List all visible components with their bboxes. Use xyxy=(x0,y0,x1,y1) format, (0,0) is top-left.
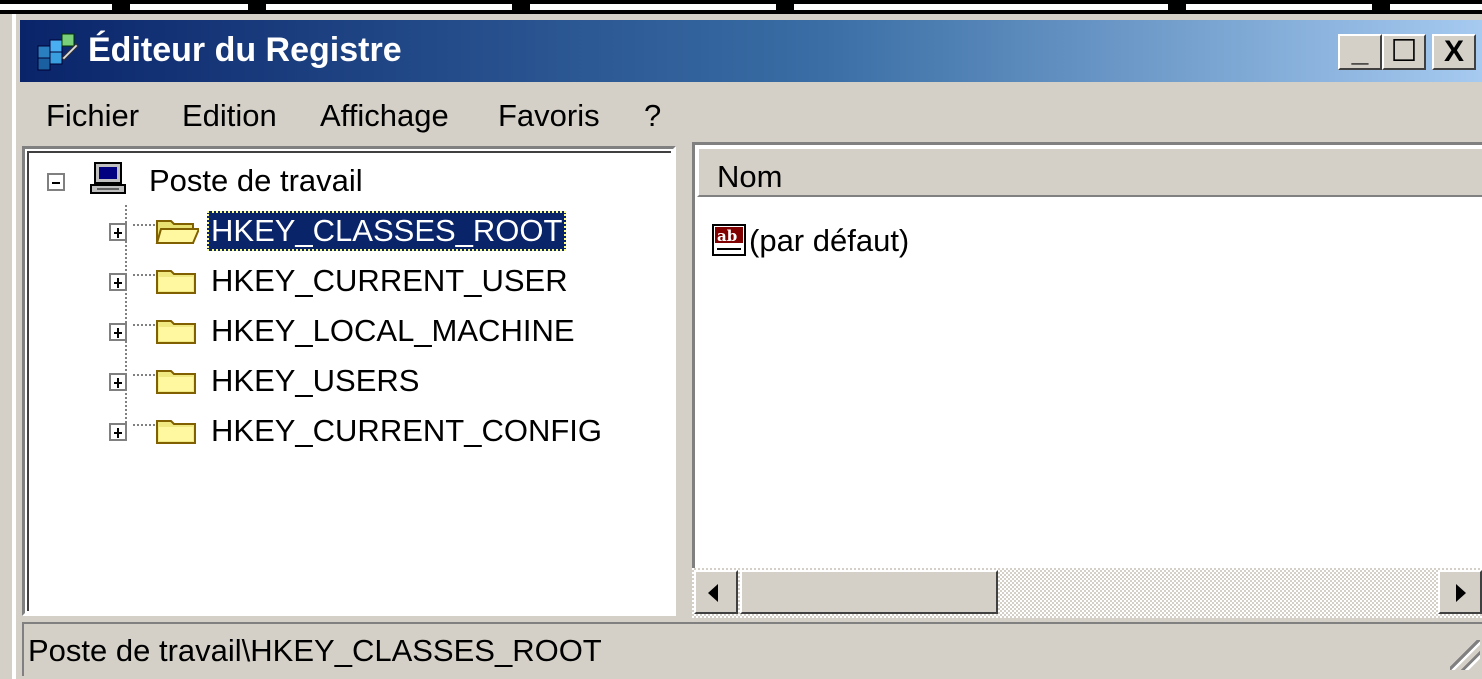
tree-label-hkey-current-user: HKEY_CURRENT_USER xyxy=(211,263,568,298)
folder-icon xyxy=(156,420,196,444)
regedit-icon xyxy=(37,33,79,71)
status-bar: Poste de travail\HKEY_CLASSES_ROOT xyxy=(22,622,1482,676)
list-header: Nom xyxy=(697,147,1482,197)
minimize-button[interactable]: _ xyxy=(1338,34,1382,70)
maximize-icon: ☐ xyxy=(1390,35,1418,68)
menu-fichier[interactable]: Fichier xyxy=(46,96,139,136)
tree-node-hkey-classes-root[interactable]: HKEY_CLASSES_ROOT xyxy=(25,209,665,255)
close-icon: X xyxy=(1443,35,1464,68)
tree-node-hkey-users[interactable]: HKEY_USERS xyxy=(25,359,665,405)
column-header-nom[interactable]: Nom xyxy=(717,159,782,195)
strip-segment xyxy=(0,4,112,10)
open-folder-icon xyxy=(155,220,199,244)
strip-segment xyxy=(266,4,512,10)
folder-icon xyxy=(156,370,196,394)
strip-segment xyxy=(794,4,1168,10)
horizontal-scrollbar[interactable] xyxy=(692,568,1482,618)
scroll-right-button[interactable] xyxy=(1438,570,1482,614)
collapse-icon[interactable] xyxy=(47,173,65,191)
scroll-left-button[interactable] xyxy=(694,570,738,614)
minimize-icon: _ xyxy=(1351,35,1369,68)
tree-label-hkey-local-machine: HKEY_LOCAL_MACHINE xyxy=(211,313,575,348)
tree-label-hkey-classes-root: HKEY_CLASSES_ROOT xyxy=(207,211,567,251)
folder-icon xyxy=(156,320,196,344)
registry-editor-window: Éditeur du Registre _ ☐ X Fichier Editio… xyxy=(12,14,1482,679)
tree-node-root[interactable]: Poste de travail xyxy=(25,159,665,205)
background-taskbar-strip xyxy=(0,0,1482,14)
expand-icon[interactable] xyxy=(109,273,127,291)
tree-node-hkey-current-config[interactable]: HKEY_CURRENT_CONFIG xyxy=(25,409,665,455)
strip-segment xyxy=(530,4,776,10)
tree-node-hkey-current-user[interactable]: HKEY_CURRENT_USER xyxy=(25,259,665,305)
values-list-pane[interactable]: Nom ab (par défaut) xyxy=(692,142,1482,612)
expand-icon[interactable] xyxy=(109,373,127,391)
key-tree-pane[interactable]: Poste de travail HKEY_CLASSES_ROOT HKEY_… xyxy=(22,146,676,616)
arrow-left-icon xyxy=(708,584,718,602)
strip-segment xyxy=(1186,4,1372,10)
title-bar[interactable]: Éditeur du Registre _ ☐ X xyxy=(20,20,1482,82)
expand-icon[interactable] xyxy=(109,423,127,441)
tree-label-hkey-current-config: HKEY_CURRENT_CONFIG xyxy=(211,413,602,448)
tree-label-hkey-users: HKEY_USERS xyxy=(211,363,420,398)
scrollbar-thumb[interactable] xyxy=(740,570,998,614)
menu-help[interactable]: ? xyxy=(644,96,661,136)
folder-icon xyxy=(156,270,196,294)
resize-grip-icon[interactable] xyxy=(1450,640,1480,670)
menu-favoris[interactable]: Favoris xyxy=(498,96,600,136)
tree-node-hkey-local-machine[interactable]: HKEY_LOCAL_MACHINE xyxy=(25,309,665,355)
svg-text:ab: ab xyxy=(717,227,737,245)
close-button[interactable]: X xyxy=(1432,34,1476,70)
expand-icon[interactable] xyxy=(109,323,127,341)
menu-affichage[interactable]: Affichage xyxy=(320,96,449,136)
status-path: Poste de travail\HKEY_CLASSES_ROOT xyxy=(28,633,602,668)
arrow-right-icon xyxy=(1456,584,1466,602)
expand-icon[interactable] xyxy=(109,223,127,241)
computer-icon xyxy=(90,162,126,194)
menu-edition[interactable]: Edition xyxy=(182,96,277,136)
strip-segment xyxy=(130,4,248,10)
window-title: Éditeur du Registre xyxy=(88,31,402,69)
menu-bar: Fichier Edition Affichage Favoris ? xyxy=(20,88,1482,144)
tree-label-root: Poste de travail xyxy=(149,163,363,198)
maximize-button[interactable]: ☐ xyxy=(1382,34,1426,70)
string-value-icon: ab xyxy=(712,224,746,256)
value-name: (par défaut) xyxy=(749,223,910,258)
strip-segment xyxy=(1390,4,1482,10)
